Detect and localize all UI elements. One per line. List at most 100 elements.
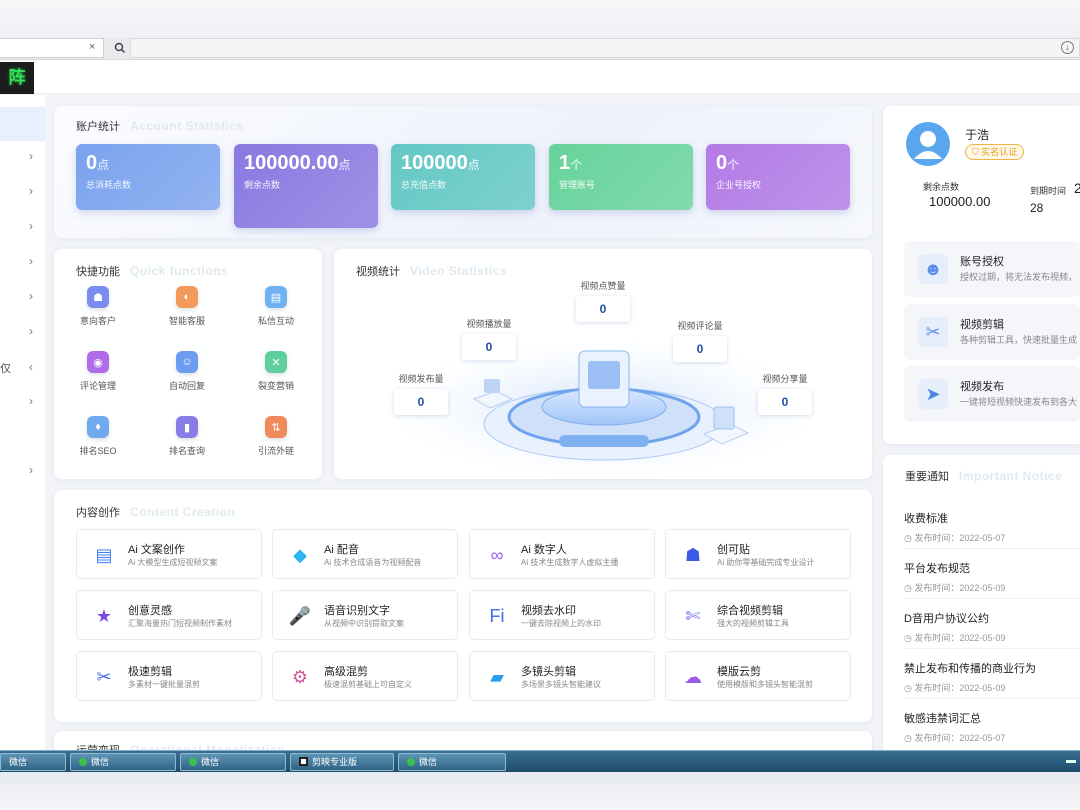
content-tool-card[interactable]: ☁ 模版云剪 使用模版和多镜头智能混剪 [665, 651, 851, 701]
sidebar-item[interactable] [0, 107, 45, 141]
stat-card[interactable]: 100000.00点 剩余点数 [234, 144, 378, 228]
capcut-icon [299, 757, 308, 766]
url-field[interactable] [130, 38, 1080, 58]
notice-date: ◷ 发布时间：2022-05-09 [904, 633, 1006, 643]
content-tool-card[interactable]: Fi 视频去水印 一键去除视频上的水印 [469, 590, 655, 640]
content-tool-card[interactable]: 🎤 语音识别文字 从视频中识别提取文案 [272, 590, 458, 640]
sidebar-item[interactable]: › [0, 210, 45, 244]
sidebar-item[interactable]: › [0, 140, 45, 174]
content-tool-title: 视频去水印 [521, 605, 576, 617]
taskbar-button[interactable]: 微信 [70, 753, 176, 771]
stat-value-row: 100000.00点 [244, 150, 368, 178]
close-icon[interactable]: × [89, 41, 95, 53]
content-tool-card[interactable]: ⚙ 高级混剪 极速混剪基础上可自定义 [272, 651, 458, 701]
side-feature-card[interactable]: ☻ 账号授权 授权过期，将无法发布视频， [904, 241, 1080, 297]
sidebar-item[interactable]: › [0, 385, 45, 419]
quick-function-item[interactable]: ◉ 评论管理 [68, 351, 128, 392]
quick-function-item[interactable]: ☺ 自动回复 [157, 351, 217, 392]
stat-value: 100000 [401, 152, 468, 174]
quick-function-glyph: ✕ [271, 356, 281, 369]
sidebar-item[interactable]: › [0, 280, 45, 314]
stat-value-row: 100000点 [401, 150, 525, 178]
sidebar-item[interactable]: › [0, 175, 45, 209]
side-feature-card[interactable]: ➤ 视频发布 一键将短视频快速发布到各大 [904, 366, 1080, 422]
quick-function-glyph: ♦ [95, 421, 101, 433]
stat-value-row: 0点 [86, 150, 210, 178]
content-tool-title: Ai 配音 [324, 544, 359, 556]
video-stat-label: 视频发布量 [398, 374, 444, 384]
tray-icon[interactable]: ▬ [1066, 755, 1076, 766]
quick-function-icon: ◉ [87, 351, 109, 373]
content-tool-card[interactable]: ✂ 极速剪辑 多素材一键批量混剪 [76, 651, 262, 701]
content-tool-glyph: ⚙ [291, 667, 309, 687]
content-tool-title: 创意灵感 [128, 605, 172, 617]
stat-unit: 点 [338, 158, 351, 172]
quick-function-item[interactable]: ☗ 意向客户 [68, 286, 128, 327]
notice-item[interactable]: 平台发布规范 ◷ 发布时间：2022-05-09 [904, 560, 1080, 599]
quick-function-item[interactable]: ✕ 裂变营销 [246, 351, 306, 392]
content-tool-title: 语音识别文字 [324, 605, 390, 617]
quick-function-item[interactable]: ♦ 排名SEO [68, 416, 128, 457]
notice-divider [904, 648, 1080, 649]
video-stat-value: 0 [673, 336, 727, 362]
notice-item[interactable]: 收费标准 ◷ 发布时间：2022-05-07 [904, 510, 1080, 549]
quick-function-item[interactable]: ◐ 智能客服 [157, 286, 217, 327]
side-feature-desc: 一键将短视频快速发布到各大 [960, 397, 1078, 407]
sidebar-item[interactable]: › [0, 245, 45, 279]
quick-function-label: 排名SEO [79, 446, 117, 456]
content-tool-card[interactable]: ▰ 多镜头剪辑 多场景多镜头智能建议 [469, 651, 655, 701]
quick-function-label: 智能客服 [168, 316, 205, 326]
sidebar-item[interactable]: › [0, 315, 45, 349]
taskbar-button[interactable]: 剪映专业版 [290, 753, 394, 771]
content-creation-card: 内容创作 Content Creation ▤ Ai 文案创作 Ai 大模型生成短视频… [54, 490, 872, 722]
sidebar-item[interactable]: 仅 ‹ [0, 351, 45, 385]
content-tool-card[interactable]: ☗ 创可贴 Ai 助你零基础完成专业设计 [665, 529, 851, 579]
taskbar-button[interactable]: 微信 [0, 753, 66, 771]
stat-card[interactable]: 0点 总消耗点数 [76, 144, 220, 210]
content-tool-icon: ◆ [287, 542, 313, 568]
profile-name: 于浩 [965, 128, 990, 142]
stat-card[interactable]: 100000点总充值点数 [391, 144, 535, 210]
content-tool-card[interactable]: ★ 创意灵感 汇聚海量热门短视频制作素材 [76, 590, 262, 640]
content-tool-card[interactable]: ▤ Ai 文案创作 Ai 大模型生成短视频文案 [76, 529, 262, 579]
sidebar-item[interactable]: › [0, 454, 45, 488]
content-tool-desc: Ai 大模型生成短视频文案 [128, 558, 218, 567]
browser-address-bar: × ↓ [0, 38, 1080, 60]
taskbar-button[interactable]: 微信 [398, 753, 506, 771]
content-tool-card[interactable]: ◆ Ai 配音 Ai 技术合成语音为视频配音 [272, 529, 458, 579]
stat-card[interactable]: 1个 管理账号 [549, 144, 693, 210]
content-tool-icon: ✂ [91, 664, 117, 690]
quick-function-icon: ♦ [87, 416, 109, 438]
content-tool-card[interactable]: ✄ 综合视频剪辑 强大的视频剪辑工具 [665, 590, 851, 640]
content-tool-icon: ✄ [680, 603, 706, 629]
search-icon[interactable] [112, 40, 128, 56]
content-tool-desc: 多场景多镜头智能建议 [521, 680, 601, 689]
stat-card[interactable]: 0个 企业号授权 [706, 144, 850, 210]
expire-label: 到期时间 [1030, 186, 1067, 196]
quick-functions-card: 快捷功能 Quick functions ☗ 意向客户 ◐ 智能客服 ▤ 私信互动 ◉ 评论管理… [54, 249, 322, 479]
quick-function-icon: ▤ [265, 286, 287, 308]
content-tool-glyph: ▤ [95, 545, 113, 565]
download-icon[interactable]: ↓ [1061, 41, 1074, 54]
content-tool-desc: 使用模版和多镜头智能混剪 [717, 680, 813, 689]
taskbar-button[interactable]: 微信 [180, 753, 286, 771]
video-stat: 视频评论量 0 [673, 319, 727, 362]
video-stat-label: 视频点赞量 [580, 281, 626, 291]
side-feature-card[interactable]: ✂ 视频剪辑 各种剪辑工具，快速批量生成 [904, 304, 1080, 360]
quick-function-item[interactable]: ▤ 私信互动 [246, 286, 306, 327]
notice-item[interactable]: D音用户协议公约 ◷ 发布时间：2022-05-09 [904, 610, 1080, 649]
notice-item[interactable]: 禁止发布和传播的商业行为 ◷ 发布时间：2022-05-09 [904, 660, 1080, 699]
quick-function-item[interactable]: ⇅ 引流外链 [246, 416, 306, 457]
quick-function-label: 裂变营销 [257, 381, 294, 391]
quick-function-item[interactable]: ▮ 排名查询 [157, 416, 217, 457]
chevron-icon: › [29, 254, 33, 268]
content-tool-card[interactable]: ∞ Ai 数字人 Ai 技术生成数字人虚拟主播 [469, 529, 655, 579]
content-tool-title: 创可贴 [717, 544, 750, 556]
stat-label: 总充值点数 [401, 180, 447, 190]
video-stat-value: 0 [758, 389, 812, 415]
stat-unit: 点 [467, 158, 480, 172]
notice-item[interactable]: 敏感违禁词汇总 ◷ 发布时间：2022-05-07 [904, 710, 1080, 744]
content-tool-icon: ▰ [484, 664, 510, 690]
video-stat: 视频点赞量 0 [576, 279, 630, 322]
stat-value: 1 [559, 152, 571, 174]
